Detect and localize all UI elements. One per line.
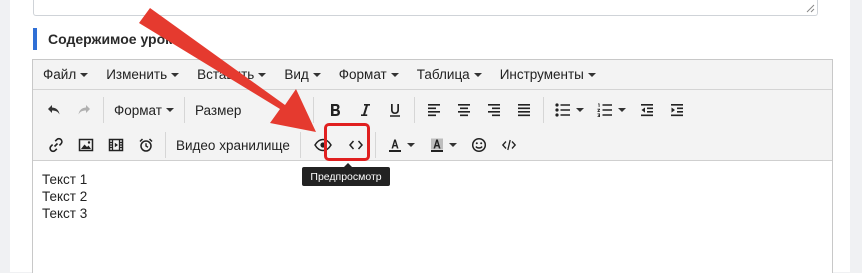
annotation-arrow	[139, 8, 316, 132]
